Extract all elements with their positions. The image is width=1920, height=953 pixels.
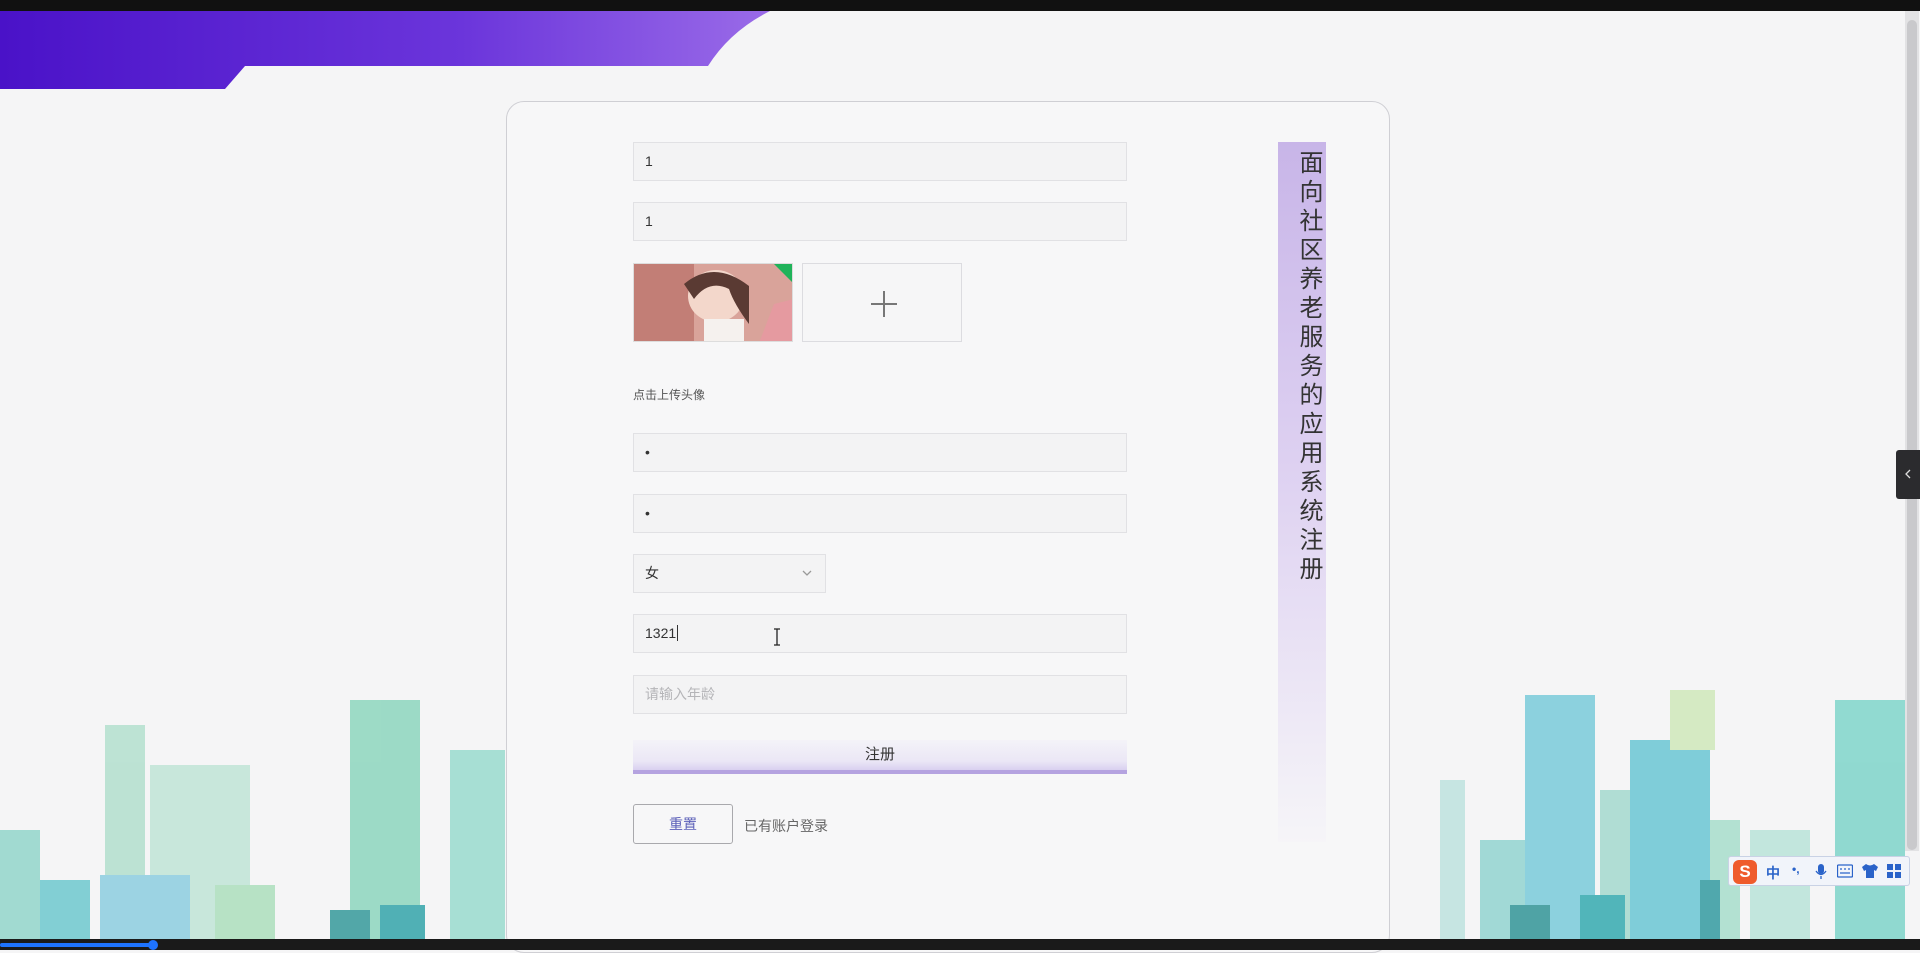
gender-selected-value: 女: [645, 565, 659, 581]
ime-mode-toggle[interactable]: 中: [1766, 863, 1780, 883]
side-collapse-tab[interactable]: [1896, 450, 1920, 499]
register-button[interactable]: 注册: [633, 740, 1127, 774]
i-beam-cursor-icon: [774, 628, 780, 646]
age-field[interactable]: 请输入年龄: [633, 675, 1127, 714]
keyboard-icon[interactable]: [1837, 864, 1853, 878]
confirm-password-field[interactable]: •: [633, 494, 1127, 533]
name-field[interactable]: 1: [633, 202, 1127, 241]
video-progress-handle[interactable]: [148, 940, 158, 950]
page-title: 面向社区养老服务的应用系统注册: [1295, 150, 1322, 585]
login-link[interactable]: 已有账户登录: [744, 816, 828, 836]
text-caret: [677, 625, 679, 641]
microphone-icon[interactable]: [1815, 863, 1827, 880]
header-banner: [0, 11, 770, 89]
sogou-logo-icon[interactable]: S: [1733, 860, 1757, 884]
toolbox-grid-icon[interactable]: [1887, 864, 1902, 879]
scrollbar-thumb[interactable]: [1907, 20, 1917, 850]
account-field[interactable]: 1: [633, 142, 1127, 181]
gender-select[interactable]: 女: [633, 554, 826, 593]
phone-field[interactable]: 1321: [633, 614, 1127, 653]
video-progress-bar[interactable]: [0, 943, 155, 947]
bottom-window-bar: [0, 939, 1920, 950]
avatar-preview[interactable]: [633, 263, 793, 342]
chevron-left-icon: [1905, 469, 1911, 479]
ime-toolbar[interactable]: S 中 •,: [1728, 856, 1910, 886]
password-field[interactable]: •: [633, 433, 1127, 472]
reset-button[interactable]: 重置: [633, 804, 733, 844]
chevron-down-icon: [802, 570, 812, 576]
avatar-upload-button[interactable]: [802, 263, 962, 342]
phone-value: 1321: [645, 625, 677, 641]
top-window-bar: [0, 0, 1920, 11]
avatar-image: [634, 264, 792, 341]
skin-shirt-icon[interactable]: [1861, 863, 1879, 879]
vertical-title-bar: 面向社区养老服务的应用系统注册: [1278, 142, 1326, 842]
ime-punct-toggle[interactable]: •,: [1792, 862, 1800, 876]
avatar-upload-hint: 点击上传头像: [633, 388, 706, 402]
